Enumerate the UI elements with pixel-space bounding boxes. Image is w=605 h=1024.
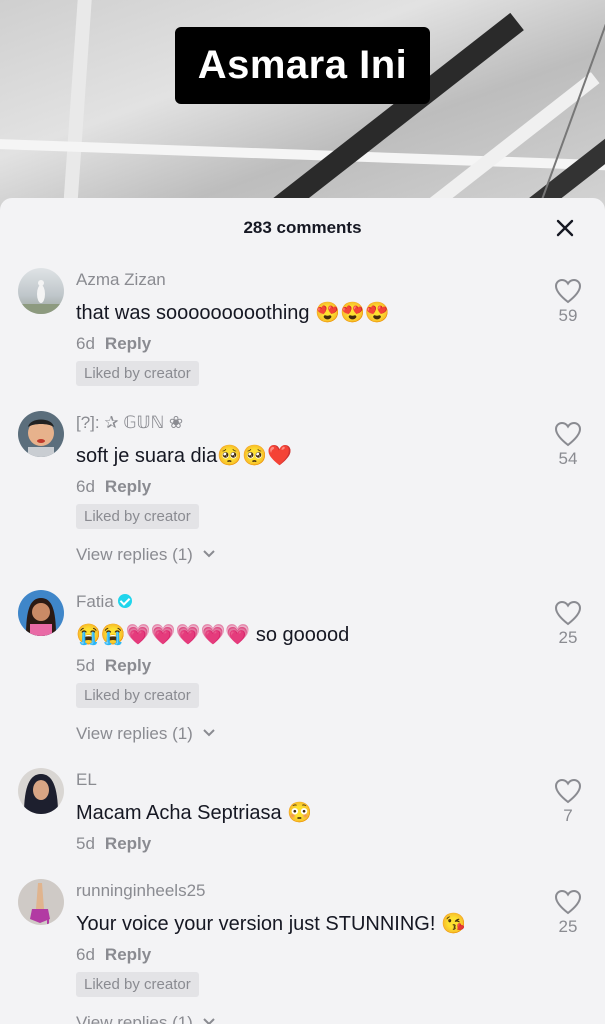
view-replies-button[interactable]: View replies (1) <box>76 545 216 565</box>
close-icon[interactable] <box>551 214 579 242</box>
like-button[interactable]: 7 <box>553 778 583 826</box>
heart-icon <box>554 278 582 304</box>
comment-meta: 6d Reply <box>76 334 151 354</box>
heart-icon <box>554 889 582 915</box>
liked-by-creator-badge: Liked by creator <box>76 683 199 708</box>
avatar[interactable] <box>18 879 64 925</box>
view-replies-button[interactable]: View replies (1) <box>76 1013 216 1024</box>
reply-button[interactable]: Reply <box>105 945 151 964</box>
like-count: 25 <box>558 917 578 936</box>
comment-age: 5d <box>76 834 95 853</box>
comment-username[interactable]: EL <box>76 770 97 790</box>
comment-item: EL Macam Acha Septriasa 😳 5d Reply 7 <box>0 768 605 858</box>
chevron-down-icon <box>202 729 215 737</box>
comment-username[interactable]: runninginheels25 <box>76 881 206 901</box>
reply-button[interactable]: Reply <box>105 334 151 353</box>
chevron-down-icon <box>202 1018 215 1024</box>
like-count: 59 <box>558 306 578 325</box>
reply-button[interactable]: Reply <box>105 477 151 496</box>
comment-text: soft je suara dia🥺🥺❤️ <box>76 443 292 468</box>
comment-age: 6d <box>76 477 95 496</box>
like-button[interactable]: 54 <box>553 421 583 469</box>
video-background[interactable]: Asmara Ini <box>0 0 605 230</box>
comment-text-content: Macam Acha Septriasa 😳 <box>76 802 313 824</box>
comment-item: runninginheels25 Your voice your version… <box>0 879 605 1024</box>
like-count: 7 <box>563 806 573 825</box>
avatar[interactable] <box>18 268 64 314</box>
video-title-caption: Asmara Ini <box>175 27 430 104</box>
comment-text: Macam Acha Septriasa 😳 <box>76 800 312 825</box>
comment-item: Azma Zizan that was sooooooooothing 😍😍😍 … <box>0 268 605 388</box>
like-button[interactable]: 25 <box>553 600 583 648</box>
comment-username-text: Fatia <box>76 592 114 611</box>
video-title-text: Asmara Ini <box>197 43 408 87</box>
view-replies-button[interactable]: View replies (1) <box>76 724 216 744</box>
comment-meta: 5d Reply <box>76 656 151 676</box>
avatar[interactable] <box>18 590 64 636</box>
like-count: 25 <box>558 628 578 647</box>
like-count: 54 <box>558 449 578 468</box>
comment-age: 6d <box>76 945 95 964</box>
comment-username[interactable]: Fatia <box>76 592 132 612</box>
comment-text: Your voice your version just STUNNING! 😘 <box>76 911 466 936</box>
ceiling-beam <box>60 0 94 230</box>
heart-icon <box>554 778 582 804</box>
comment-text: 😭😭💗💗💗💗💗 so gooood <box>76 622 349 647</box>
view-replies-label: View replies (1) <box>76 545 193 564</box>
comments-sheet: 283 comments Azma Zizan that was soooooo… <box>0 198 605 1024</box>
verified-badge-icon <box>117 594 132 608</box>
reply-button[interactable]: Reply <box>105 834 151 853</box>
comment-meta: 5d Reply <box>76 834 151 854</box>
comment-age: 6d <box>76 334 95 353</box>
comment-item: [?]: ✰ 𝔾𝕌ℕ ❀ soft je suara dia🥺🥺❤️ 6d Rep… <box>0 411 605 571</box>
view-replies-label: View replies (1) <box>76 724 193 743</box>
comment-username[interactable]: [?]: ✰ 𝔾𝕌ℕ ❀ <box>76 413 183 433</box>
comment-count: 283 comments <box>243 218 362 237</box>
comment-text-content: soft je suara dia🥺🥺❤️ <box>76 445 292 467</box>
liked-by-creator-badge: Liked by creator <box>76 972 199 997</box>
chevron-down-icon <box>202 550 215 558</box>
reply-button[interactable]: Reply <box>105 656 151 675</box>
comment-meta: 6d Reply <box>76 477 151 497</box>
view-replies-label: View replies (1) <box>76 1013 193 1024</box>
comment-username[interactable]: Azma Zizan <box>76 270 166 290</box>
liked-by-creator-badge: Liked by creator <box>76 504 199 529</box>
comment-item: Fatia 😭😭💗💗💗💗💗 so gooood 5d Reply Liked by… <box>0 590 605 750</box>
comment-text-content: that was sooooooooothing 😍😍😍 <box>76 302 390 324</box>
avatar[interactable] <box>18 411 64 457</box>
comments-header: 283 comments <box>0 198 605 258</box>
comment-age: 5d <box>76 656 95 675</box>
comment-text: that was sooooooooothing 😍😍😍 <box>76 300 390 325</box>
avatar[interactable] <box>18 768 64 814</box>
comment-text-content: 😭😭💗💗💗💗💗 so gooood <box>76 624 350 646</box>
comment-text-content: Your voice your version just STUNNING! 😘 <box>76 913 466 935</box>
liked-by-creator-badge: Liked by creator <box>76 361 199 386</box>
heart-icon <box>554 421 582 447</box>
comment-meta: 6d Reply <box>76 945 151 965</box>
heart-icon <box>554 600 582 626</box>
like-button[interactable]: 25 <box>553 889 583 937</box>
like-button[interactable]: 59 <box>553 278 583 326</box>
